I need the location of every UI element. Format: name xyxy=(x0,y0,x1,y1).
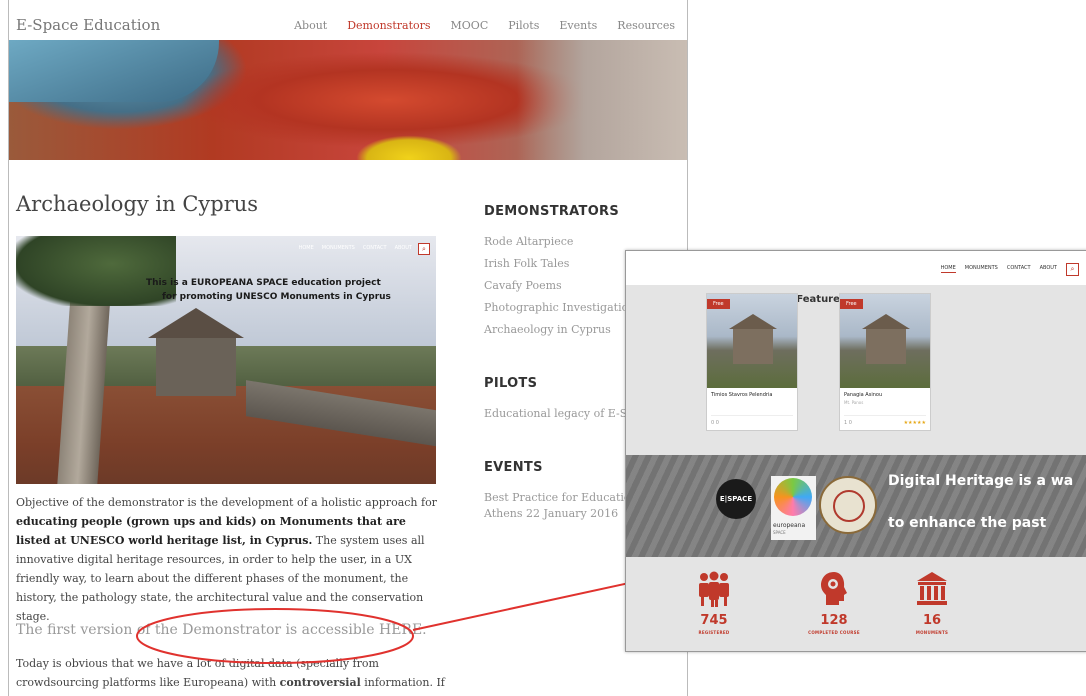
nav-resources[interactable]: Resources xyxy=(617,19,675,32)
hero-grey-shape xyxy=(517,40,687,160)
photo-search-icon: ⌕ xyxy=(418,243,430,255)
monument-card-2[interactable]: Free Panagia Asinou Mt. Panos 1 0 ★★★★★ xyxy=(839,293,931,431)
hero-blue-shape xyxy=(9,40,219,102)
europeana-logo-sub: SPACE xyxy=(773,530,786,535)
banner-headline: Digital Heritage is a wa xyxy=(888,473,1074,489)
stat-monuments-value: 16 xyxy=(922,613,942,628)
users-group-icon xyxy=(674,571,754,607)
stat-monuments-label: MONUMENTS xyxy=(915,630,949,635)
overlay-nav-about[interactable]: ABOUT xyxy=(1040,265,1057,273)
photo-caption-line2: for promoting UNESCO Monuments in Cyprus xyxy=(162,292,391,302)
photo-nav-about: ABOUT xyxy=(394,245,412,251)
page-title: Archaeology in Cyprus xyxy=(16,192,259,216)
overlay-search-icon[interactable]: ⌕ xyxy=(1066,263,1079,276)
overlay-nav-contact[interactable]: CONTACT xyxy=(1007,265,1031,273)
nav-about[interactable]: About xyxy=(294,19,327,32)
stat-registered-label: REGISTERED xyxy=(698,630,730,635)
nav-mooc[interactable]: MOOC xyxy=(451,19,489,32)
para1-text-a: Objective of the demonstrator is the dev… xyxy=(16,496,437,509)
overlay-nav-home[interactable]: HOME xyxy=(940,265,956,273)
stat-completed-label: COMPLETED COURSE xyxy=(808,630,860,635)
nav-events[interactable]: Events xyxy=(559,19,597,32)
card-2-building xyxy=(862,314,910,364)
photo-mini-nav: HOME MONUMENTS CONTACT ABOUT xyxy=(299,245,412,251)
card-1-building xyxy=(729,314,777,364)
article-paragraph-2: Today is obvious that we have a lot of d… xyxy=(16,654,456,696)
europeana-space-logo: europeana SPACE xyxy=(771,476,816,540)
overlay-top-bar: HOME MONUMENTS CONTACT ABOUT ⌕ xyxy=(626,251,1086,285)
nav-demonstrators[interactable]: Demonstrators xyxy=(347,19,430,32)
stat-completed-value: 128 xyxy=(820,613,848,628)
stat-monuments: 16 MONUMENTS xyxy=(892,571,972,635)
card-meta: 0 0 xyxy=(711,415,793,426)
monument-name: Panagia Asinou xyxy=(844,392,883,398)
stat-registered: 745 REGISTERED xyxy=(674,571,754,635)
demonstrator-access-link[interactable]: The first version of the Demonstrator is… xyxy=(16,622,427,638)
hero-banner-image xyxy=(9,40,687,160)
stat-completed-course: 128 COMPLETED COURSE xyxy=(794,571,874,635)
nav-pilots[interactable]: Pilots xyxy=(508,19,539,32)
photo-caption: This is a EUROPEANA SPACE education proj… xyxy=(146,276,426,304)
overlay-nav: HOME MONUMENTS CONTACT ABOUT xyxy=(940,265,1057,273)
main-nav: About Demonstrators MOOC Pilots Events R… xyxy=(294,19,675,32)
para1-text-c: The system uses all innovative digital h… xyxy=(16,534,425,623)
photo-caption-line1: This is a EUROPEANA SPACE education proj… xyxy=(146,278,381,288)
para2-text-bold: controversial xyxy=(279,676,361,689)
overlay-nav-monuments[interactable]: MONUMENTS xyxy=(965,265,998,273)
article-paragraph-1: Objective of the demonstrator is the dev… xyxy=(16,493,442,626)
photo-nav-contact: CONTACT xyxy=(362,245,387,251)
museum-building-svg xyxy=(917,572,947,605)
site-brand[interactable]: E-Space Education xyxy=(16,16,160,34)
university-seal-logo xyxy=(819,476,877,534)
museum-building-icon xyxy=(892,571,972,607)
rating-stars-icon: ★★★★★ xyxy=(903,420,926,426)
europeana-logo-word: europeana xyxy=(773,522,806,529)
photo-church xyxy=(148,308,244,396)
article-photo: HOME MONUMENTS CONTACT ABOUT ⌕ This is a… xyxy=(16,236,436,484)
europeana-logo-icon xyxy=(774,478,812,516)
users-group-svg xyxy=(699,571,729,607)
photo-nav-monuments: MONUMENTS xyxy=(321,245,355,251)
free-badge: Free xyxy=(840,299,863,309)
free-badge: Free xyxy=(707,299,730,309)
espace-logo: E|SPACE xyxy=(716,479,756,519)
stat-registered-value: 745 xyxy=(700,613,728,628)
demonstrator-screenshot: HOME MONUMENTS CONTACT ABOUT ⌕ Featured … xyxy=(625,250,1086,652)
monument-card-1[interactable]: Free Timios Stavros Pelendria 0 0 xyxy=(706,293,798,431)
banner-subheadline: to enhance the past xyxy=(888,515,1047,531)
monument-location: Mt. Panos xyxy=(844,400,864,405)
sidebar-heading-demonstrators: DEMONSTRATORS xyxy=(484,204,620,219)
brain-head-svg xyxy=(821,572,847,605)
main-page: E-Space Education About Demonstrators MO… xyxy=(8,0,688,696)
brain-head-icon xyxy=(794,571,874,607)
photo-nav-home: HOME xyxy=(298,245,314,251)
monument-name: Timios Stavros Pelendria xyxy=(711,392,773,398)
